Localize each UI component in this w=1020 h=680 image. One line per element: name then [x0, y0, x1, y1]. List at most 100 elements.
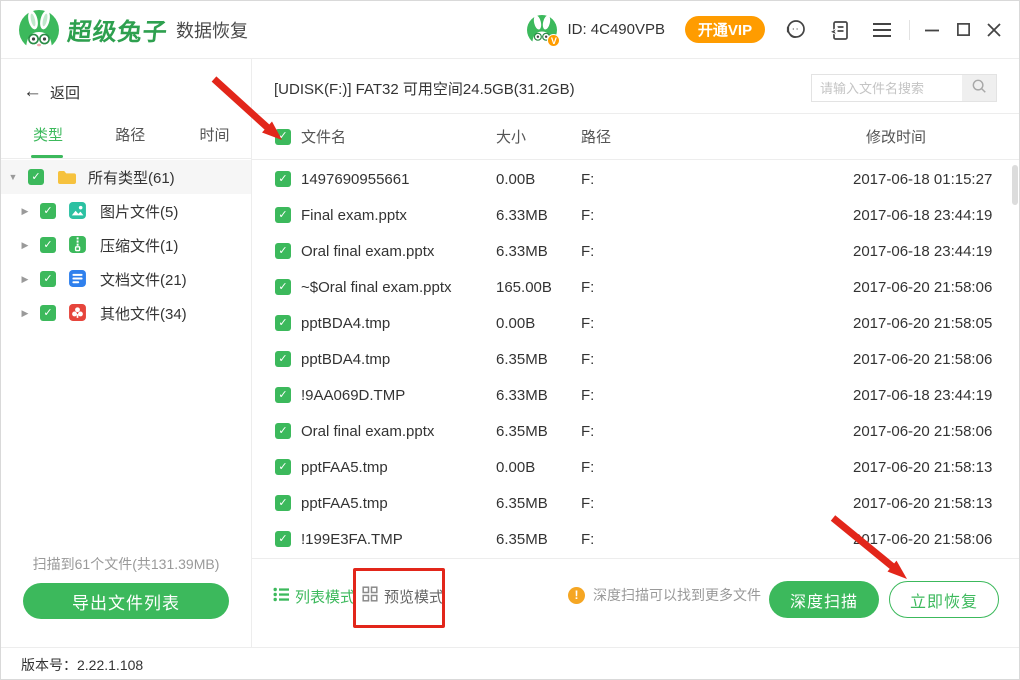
- tree-checkbox[interactable]: [40, 305, 56, 321]
- tree-item-images[interactable]: ▶ 图片文件(5): [1, 194, 251, 228]
- caret-right-icon[interactable]: ▶: [20, 240, 30, 251]
- table-header: 文件名 大小 路径 修改时间: [252, 114, 1020, 160]
- file-name: pptFAA5.tmp: [301, 495, 496, 512]
- table-row[interactable]: Final exam.pptx 6.33MB F: 2017-06-18 23:…: [252, 197, 1020, 233]
- search-button[interactable]: [962, 75, 996, 101]
- file-path: F:: [581, 171, 853, 188]
- file-path: F:: [581, 459, 853, 476]
- caret-right-icon[interactable]: ▶: [20, 206, 30, 217]
- export-file-list-button[interactable]: 导出文件列表: [23, 583, 229, 619]
- file-modified-time: 2017-06-18 23:44:19: [853, 387, 1019, 404]
- rabbit-logo-icon: [19, 10, 59, 50]
- minimize-button[interactable]: [923, 21, 941, 39]
- search-input[interactable]: [812, 81, 962, 96]
- file-size: 0.00B: [496, 171, 581, 188]
- file-modified-time: 2017-06-18 23:44:19: [853, 243, 1019, 260]
- tab-time[interactable]: 时间: [168, 117, 251, 158]
- file-name: !9AA069D.TMP: [301, 387, 496, 404]
- row-checkbox[interactable]: [275, 207, 291, 223]
- file-name: Oral final exam.pptx: [301, 243, 496, 260]
- file-path: F:: [581, 387, 853, 404]
- search-icon: [970, 77, 988, 100]
- file-path: F:: [581, 531, 853, 548]
- file-size: 165.00B: [496, 279, 581, 296]
- tree-item-documents[interactable]: ▶ 文档文件(21): [1, 262, 251, 296]
- row-checkbox[interactable]: [275, 423, 291, 439]
- back-button[interactable]: ← 返回: [23, 81, 80, 103]
- file-modified-time: 2017-06-20 21:58:06: [853, 531, 1019, 548]
- column-header-size[interactable]: 大小: [496, 126, 581, 147]
- feedback-icon[interactable]: [827, 18, 851, 42]
- file-path: F:: [581, 207, 853, 224]
- titlebar-divider: [909, 20, 910, 40]
- titlebar: 超级兔子 数据恢复 V ID: 4C490VPB 开通VIP: [1, 1, 1019, 59]
- column-header-filename[interactable]: 文件名: [301, 126, 496, 147]
- tab-type[interactable]: 类型: [1, 117, 84, 158]
- file-size: 6.33MB: [496, 207, 581, 224]
- file-modified-time: 2017-06-20 21:58:13: [853, 459, 1019, 476]
- table-row[interactable]: 1497690955661 0.00B F: 2017-06-18 01:15:…: [252, 161, 1020, 197]
- tab-path[interactable]: 路径: [84, 117, 167, 158]
- vip-v-badge: V: [547, 34, 560, 47]
- version-label: 版本号：2.22.1.108: [21, 655, 143, 675]
- row-checkbox[interactable]: [275, 387, 291, 403]
- table-row[interactable]: !199E3FA.TMP 6.35MB F: 2017-06-20 21:58:…: [252, 521, 1020, 557]
- scrollbar-thumb[interactable]: [1012, 165, 1018, 205]
- maximize-button[interactable]: [954, 21, 972, 39]
- file-type-tree: ▼ 所有类型(61) ▶: [1, 160, 251, 330]
- caret-down-icon[interactable]: ▼: [8, 172, 18, 182]
- tree-item-others[interactable]: ▶ 其他文件(34): [1, 296, 251, 330]
- file-modified-time: 2017-06-20 21:58:06: [853, 351, 1019, 368]
- table-row[interactable]: pptBDA4.tmp 0.00B F: 2017-06-20 21:58:05: [252, 305, 1020, 341]
- row-checkbox[interactable]: [275, 243, 291, 259]
- app-subtitle: 数据恢复: [176, 17, 248, 43]
- row-checkbox[interactable]: [275, 351, 291, 367]
- table-row[interactable]: ~$Oral final exam.pptx 165.00B F: 2017-0…: [252, 269, 1020, 305]
- tree-checkbox[interactable]: [40, 271, 56, 287]
- menu-icon[interactable]: [870, 18, 894, 42]
- table-row[interactable]: !9AA069D.TMP 6.33MB F: 2017-06-18 23:44:…: [252, 377, 1020, 413]
- column-header-path[interactable]: 路径: [581, 126, 853, 147]
- file-path: F:: [581, 495, 853, 512]
- file-name: Oral final exam.pptx: [301, 423, 496, 440]
- deep-scan-button[interactable]: 深度扫描: [769, 581, 879, 618]
- table-row[interactable]: pptFAA5.tmp 6.35MB F: 2017-06-20 21:58:1…: [252, 485, 1020, 521]
- caret-right-icon[interactable]: ▶: [20, 274, 30, 285]
- file-table-body: 1497690955661 0.00B F: 2017-06-18 01:15:…: [252, 161, 1020, 557]
- doc-file-icon: [68, 269, 88, 289]
- file-size: 0.00B: [496, 459, 581, 476]
- preview-mode-button[interactable]: 预览模式: [362, 586, 444, 607]
- tree-checkbox[interactable]: [28, 169, 44, 185]
- recover-now-button[interactable]: 立即恢复: [889, 581, 999, 618]
- user-avatar[interactable]: V: [527, 15, 557, 45]
- tree-item-archives[interactable]: ▶ 压缩文件(1): [1, 228, 251, 262]
- table-row[interactable]: Oral final exam.pptx 6.35MB F: 2017-06-2…: [252, 413, 1020, 449]
- open-vip-button[interactable]: 开通VIP: [685, 16, 765, 43]
- file-name: pptBDA4.tmp: [301, 315, 496, 332]
- file-size: 6.35MB: [496, 351, 581, 368]
- row-checkbox[interactable]: [275, 279, 291, 295]
- row-checkbox[interactable]: [275, 531, 291, 547]
- table-row[interactable]: pptBDA4.tmp 6.35MB F: 2017-06-20 21:58:0…: [252, 341, 1020, 377]
- caret-right-icon[interactable]: ▶: [20, 308, 30, 319]
- customer-service-icon[interactable]: [784, 18, 808, 42]
- table-row[interactable]: pptFAA5.tmp 0.00B F: 2017-06-20 21:58:13: [252, 449, 1020, 485]
- list-mode-button[interactable]: 列表模式: [273, 586, 355, 607]
- row-checkbox[interactable]: [275, 495, 291, 511]
- row-checkbox[interactable]: [275, 315, 291, 331]
- table-row[interactable]: Oral final exam.pptx 6.33MB F: 2017-06-1…: [252, 233, 1020, 269]
- file-modified-time: 2017-06-18 01:15:27: [853, 171, 1019, 188]
- drive-info: [UDISK(F:)] FAT32 可用空间24.5GB(31.2GB): [274, 78, 575, 99]
- tree-item-all-types[interactable]: ▼ 所有类型(61): [1, 160, 251, 194]
- select-all-checkbox[interactable]: [275, 129, 291, 145]
- main-panel: [UDISK(F:)] FAT32 可用空间24.5GB(31.2GB) 文件名…: [252, 59, 1020, 647]
- file-modified-time: 2017-06-20 21:58:06: [853, 279, 1019, 296]
- column-header-modified[interactable]: 修改时间: [853, 126, 926, 147]
- tree-checkbox[interactable]: [40, 203, 56, 219]
- folder-icon: [56, 167, 76, 187]
- row-checkbox[interactable]: [275, 171, 291, 187]
- file-modified-time: 2017-06-20 21:58:06: [853, 423, 1019, 440]
- tree-checkbox[interactable]: [40, 237, 56, 253]
- row-checkbox[interactable]: [275, 459, 291, 475]
- close-button[interactable]: [985, 21, 1003, 39]
